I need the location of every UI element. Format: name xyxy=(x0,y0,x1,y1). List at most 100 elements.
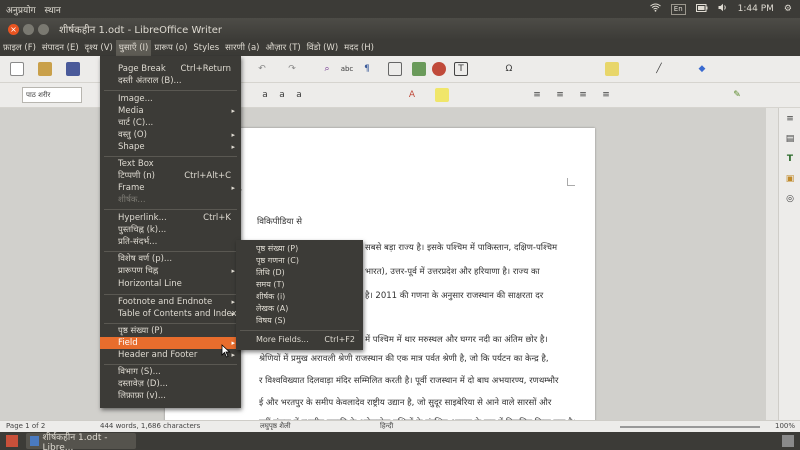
menu-item-chart[interactable]: चार्ट (C)... xyxy=(100,117,241,129)
align-left-icon[interactable]: ≡ xyxy=(530,88,544,102)
menu-item-envelope[interactable]: लिफ़ाफ़ा (v)... xyxy=(100,390,241,402)
menu-item-bookmark[interactable]: पुस्तचिह्न (k)... xyxy=(100,224,241,236)
shapes-icon[interactable]: ◆ xyxy=(695,62,709,76)
redo-icon[interactable]: ↷ xyxy=(285,62,299,76)
menu-item-caption[interactable]: शीर्षक... xyxy=(100,194,241,206)
insert-chart-icon[interactable] xyxy=(432,62,446,76)
field-author[interactable]: लेखक (A) xyxy=(236,303,363,315)
volume-icon[interactable] xyxy=(718,3,728,15)
paragraph-style-combo[interactable]: पाठ शरीर xyxy=(22,87,82,103)
field-time[interactable]: समय (T) xyxy=(236,279,363,291)
menu-item-label: Text Box xyxy=(118,159,154,169)
menu-item-label: समय (T) xyxy=(256,280,285,289)
field-more-fields[interactable]: More Fields... Ctrl+F2 xyxy=(236,334,363,346)
clock[interactable]: 1:44 PM xyxy=(738,4,774,14)
menu-item-hyperlink[interactable]: Hyperlink... Ctrl+K xyxy=(100,212,241,224)
formatting-marks-icon[interactable]: ¶ xyxy=(360,62,374,76)
battery-icon[interactable] xyxy=(695,3,708,15)
menu-view[interactable]: दृश्य (V) xyxy=(82,40,116,56)
edit-icon[interactable]: ✎ xyxy=(730,88,744,102)
save-icon[interactable] xyxy=(66,62,80,76)
maximize-button[interactable] xyxy=(38,23,49,35)
trash-icon[interactable] xyxy=(782,435,794,447)
menu-item-comment[interactable]: टिप्पणी (n) Ctrl+Alt+C xyxy=(100,170,241,182)
menu-item-document[interactable]: दस्तावेज़ (D)... xyxy=(100,378,241,390)
field-date[interactable]: तिथि (D) xyxy=(236,267,363,279)
text-box-icon[interactable]: T xyxy=(454,62,468,76)
menu-window[interactable]: विंडो (W) xyxy=(304,40,341,56)
gear-icon[interactable]: ⚙ xyxy=(784,4,792,14)
justify-icon[interactable]: ≡ xyxy=(599,88,613,102)
insert-table-icon[interactable] xyxy=(388,62,402,76)
page-count[interactable]: Page 1 of 2 xyxy=(6,422,45,430)
spellcheck-icon[interactable]: abc xyxy=(340,62,354,76)
find-replace-icon[interactable]: ⌕ xyxy=(320,62,334,76)
menu-item-label: Media xyxy=(118,106,144,116)
menu-item-manual-break[interactable]: दस्ती अंतराल (B)... xyxy=(100,75,241,87)
menu-styles[interactable]: Styles xyxy=(190,40,222,56)
vertical-scrollbar[interactable] xyxy=(766,108,778,432)
menu-item-header-footer[interactable]: Header and Footer ▸ xyxy=(100,349,241,361)
menu-bar: फ़ाइल (F) संपादन (E) दृश्य (V) घुसाएँ (I… xyxy=(0,40,800,56)
insert-image-icon[interactable] xyxy=(412,62,426,76)
menu-item-horizontal-line[interactable]: Horizontal Line xyxy=(100,278,241,290)
menu-item-page-break[interactable]: Page Break Ctrl+Return xyxy=(100,63,241,75)
close-button[interactable]: × xyxy=(8,23,19,35)
keyboard-layout-indicator[interactable]: En xyxy=(670,3,686,15)
menu-edit[interactable]: संपादन (E) xyxy=(39,40,82,56)
navigator-icon[interactable]: ◎ xyxy=(783,192,797,206)
zoom-slider[interactable] xyxy=(620,426,760,428)
bold-icon[interactable]: a xyxy=(258,88,272,102)
undo-icon[interactable]: ↶ xyxy=(255,62,269,76)
places-menu[interactable]: स्थान xyxy=(45,6,61,16)
styles-icon[interactable]: T xyxy=(783,152,797,166)
menu-item-text-box[interactable]: Text Box xyxy=(100,158,241,170)
menu-item-object[interactable]: वस्तु (O) ▸ xyxy=(100,129,241,141)
language[interactable]: हिन्दी xyxy=(380,422,393,431)
menu-insert[interactable]: घुसाएँ (I) xyxy=(115,40,152,56)
open-folder-icon[interactable] xyxy=(38,62,52,76)
menu-format[interactable]: प्रारूप (o) xyxy=(151,40,190,56)
menu-item-page-number[interactable]: पृष्ठ संख्या (P) xyxy=(100,325,241,337)
taskbar-window-button[interactable]: शीर्षकहीन 1.odt - Libre... xyxy=(26,433,136,450)
special-character-icon[interactable]: Ω xyxy=(502,62,516,76)
field-subject[interactable]: विषय (S) xyxy=(236,315,363,327)
line-icon[interactable]: ╱ xyxy=(652,62,666,76)
wifi-icon[interactable] xyxy=(649,3,661,15)
menu-item-shape[interactable]: Shape ▸ xyxy=(100,141,241,153)
menu-table[interactable]: सारणी (a) xyxy=(222,40,262,56)
field-title[interactable]: शीर्षक (i) xyxy=(236,291,363,303)
menu-item-special-character[interactable]: विशेष वर्ण (p)... xyxy=(100,253,241,265)
properties-icon[interactable]: ▤ xyxy=(783,132,797,146)
field-page-number[interactable]: पृष्ठ संख्या (P) xyxy=(236,243,363,255)
menu-item-table-of-contents[interactable]: Table of Contents and Index ▸ xyxy=(100,308,241,320)
italic-icon[interactable]: a xyxy=(275,88,289,102)
align-center-icon[interactable]: ≡ xyxy=(553,88,567,102)
font-color-icon[interactable]: A xyxy=(405,88,419,102)
menu-item-media[interactable]: Media ▸ xyxy=(100,105,241,117)
minimize-button[interactable] xyxy=(23,23,34,35)
menu-icon[interactable]: ≡ xyxy=(783,112,797,126)
gallery-icon[interactable]: ▣ xyxy=(783,172,797,186)
show-desktop-icon[interactable] xyxy=(6,435,18,447)
menu-tools[interactable]: औज़ार (T) xyxy=(263,40,304,56)
menu-file[interactable]: फ़ाइल (F) xyxy=(0,40,39,56)
menu-item-formatting-mark[interactable]: प्रारूपण चिह्न ▸ xyxy=(100,265,241,277)
menu-item-footnote-endnote[interactable]: Footnote and Endnote ▸ xyxy=(100,296,241,308)
highlight-icon[interactable] xyxy=(435,88,449,102)
menu-item-cross-reference[interactable]: प्रति-संदर्भ... xyxy=(100,236,241,248)
zoom-level[interactable]: 100% xyxy=(775,422,795,430)
menu-help[interactable]: मदद (H) xyxy=(341,40,377,56)
applications-menu[interactable]: अनुप्रयोग xyxy=(6,6,36,16)
menu-item-image[interactable]: Image... xyxy=(100,93,241,105)
field-page-count[interactable]: पृष्ठ गणना (C) xyxy=(236,255,363,267)
menu-item-section[interactable]: विभाग (S)... xyxy=(100,366,241,378)
menu-item-frame[interactable]: Frame ▸ xyxy=(100,182,241,194)
menu-item-label: Footnote and Endnote xyxy=(118,297,213,307)
page-style[interactable]: लघुपृष्ठ शैली xyxy=(260,422,291,431)
align-right-icon[interactable]: ≡ xyxy=(576,88,590,102)
new-document-icon[interactable] xyxy=(10,62,24,76)
underline-icon[interactable]: a xyxy=(292,88,306,102)
comment-icon[interactable] xyxy=(605,62,619,76)
menu-item-field[interactable]: Field ▸ xyxy=(100,337,241,349)
